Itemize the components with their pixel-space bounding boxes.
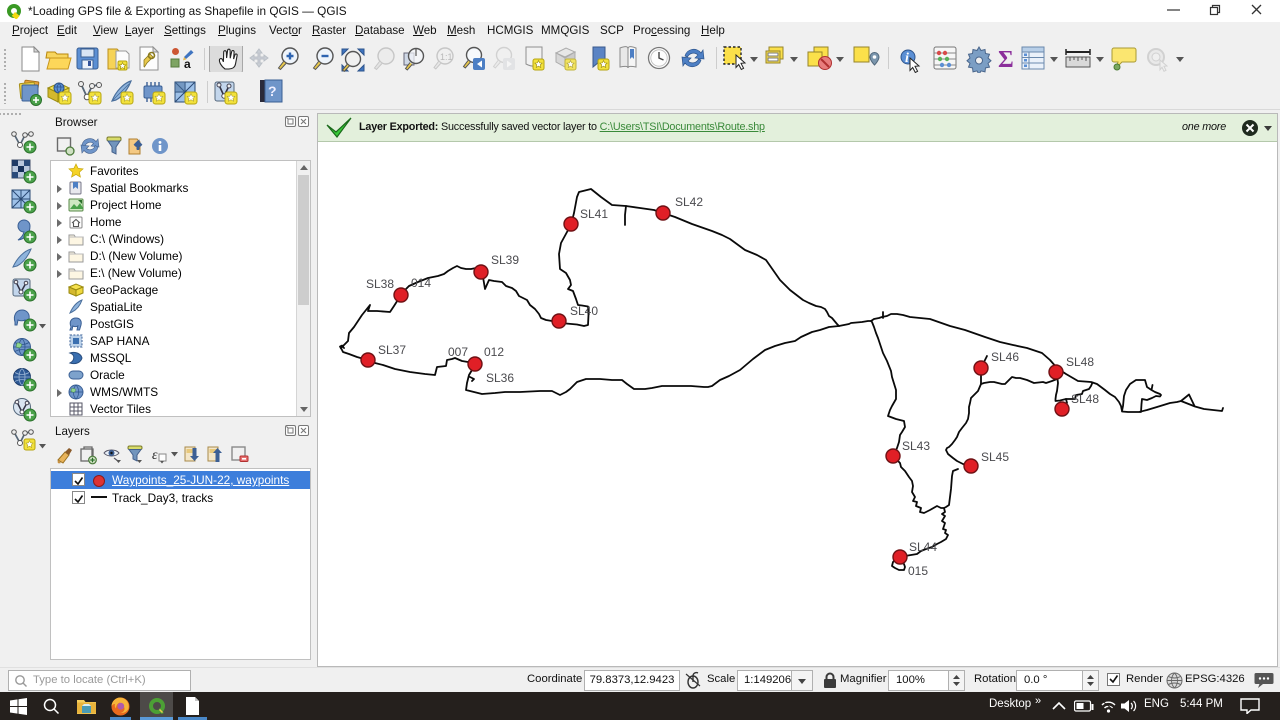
svg-text:i: i bbox=[905, 51, 909, 66]
svg-text:SL38: SL38 bbox=[366, 277, 394, 291]
svg-text:SL44: SL44 bbox=[909, 540, 937, 554]
svg-text:?: ? bbox=[268, 83, 277, 99]
svg-text:Σ: Σ bbox=[998, 47, 1014, 73]
svg-text:SL46: SL46 bbox=[991, 350, 1019, 364]
svg-text:SL36: SL36 bbox=[486, 371, 514, 385]
svg-text:SL39: SL39 bbox=[491, 253, 519, 267]
svg-text:SL48: SL48 bbox=[1066, 355, 1094, 369]
svg-text:SL37: SL37 bbox=[378, 343, 406, 357]
svg-text:ε: ε bbox=[152, 448, 158, 463]
svg-text:014: 014 bbox=[411, 276, 431, 290]
svg-text:1:1: 1:1 bbox=[440, 52, 453, 62]
svg-text:SL40: SL40 bbox=[570, 304, 598, 318]
svg-text:a: a bbox=[184, 57, 191, 71]
svg-text:SL42: SL42 bbox=[675, 195, 703, 209]
svg-text:SL45: SL45 bbox=[981, 450, 1009, 464]
svg-text:SL41: SL41 bbox=[580, 207, 608, 221]
svg-text:015: 015 bbox=[908, 564, 928, 578]
svg-text:007: 007 bbox=[448, 345, 468, 359]
svg-text:SL43: SL43 bbox=[902, 439, 930, 453]
svg-text:SL48: SL48 bbox=[1071, 392, 1099, 406]
svg-text:012: 012 bbox=[484, 345, 504, 359]
